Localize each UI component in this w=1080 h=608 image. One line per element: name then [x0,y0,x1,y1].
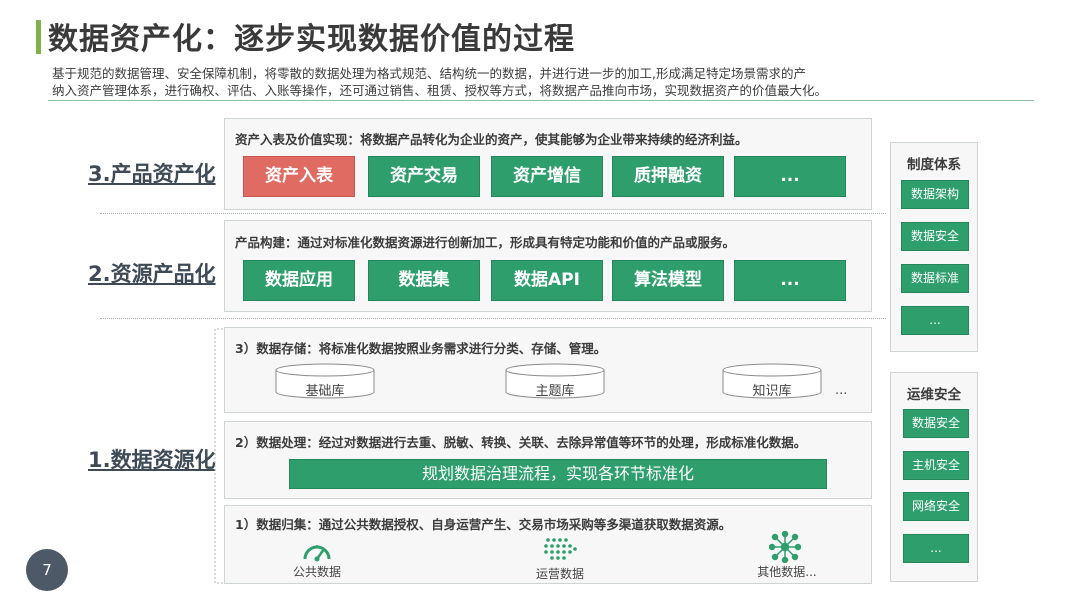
panel-product-assetization: 资产入表及价值实现：将数据产品转化为企业的资产，使其能够为企业带来持续的经济利益… [224,118,872,210]
storage-more: ... [835,383,848,398]
layer-separator [100,318,886,319]
data-application-button[interactable]: 数据应用 [243,260,355,301]
layer-separator [100,213,886,214]
dataset-button[interactable]: 数据集 [368,260,480,301]
sidebar-title-system: 制度体系 [907,157,961,173]
sidebar-item-host-security[interactable]: 主机安全 [903,451,969,480]
panel-data-storage: 3）数据存储：将标准化数据按照业务需求进行分类、存储、管理。 基础库 主题库 知… [224,327,872,413]
layer-label-resource-productization: 2.资源产品化 [88,262,216,286]
panel-title: 3）数据存储：将标准化数据按照业务需求进行分类、存储、管理。 [235,341,607,356]
sidebar-system-panel: 制度体系 数据架构 数据安全 数据标准 ... [890,142,978,352]
layer-bracket [214,328,223,584]
source-label-operations: 运营数据 [535,567,584,581]
sidebar-ops-security-panel: 运维安全 数据安全 主机安全 网络安全 ... [890,372,978,582]
description-line-2: 纳入资产管理体系，进行确权、评估、入账等操作，还可通过销售、租赁、授权等方式，将… [52,83,828,98]
sidebar-item-data-standard[interactable]: 数据标准 [901,264,969,293]
layer-label-data-resourcization: 1.数据资源化 [88,448,216,472]
pledge-financing-button[interactable]: 质押融资 [612,156,724,197]
sidebar-item-ops-more[interactable]: ... [903,534,969,563]
algorithm-model-button[interactable]: 算法模型 [612,260,724,301]
more-assets-button[interactable]: ... [734,156,846,197]
database-label-topic: 主题库 [535,384,575,399]
page-number-badge: 7 [26,549,68,591]
more-products-button[interactable]: ... [734,260,846,301]
dot-grid-icon [544,538,577,560]
sidebar-item-network-security[interactable]: 网络安全 [903,492,969,521]
data-api-button[interactable]: 数据API [491,260,603,301]
asset-credit-button[interactable]: 资产增信 [491,156,603,197]
panel-title: 资产入表及价值实现：将数据产品转化为企业的资产，使其能够为企业带来持续的经济利益… [235,132,748,147]
sidebar-item-data-architecture[interactable]: 数据架构 [901,180,969,209]
title-accent-bar [36,20,41,54]
panel-title: 产品构建：通过对标准化数据资源进行创新加工，形成具有特定功能和价值的产品或服务。 [235,235,736,250]
sidebar-item-ops-data-security[interactable]: 数据安全 [903,409,969,438]
asset-listing-button[interactable]: 资产入表 [243,156,355,197]
panel-title: 2）数据处理：经过对数据进行去重、脱敏、转换、关联、去除异常值等环节的处理，形成… [235,435,807,450]
source-label-other: 其他数据... [757,565,817,579]
sidebar-title-ops-security: 运维安全 [907,387,961,403]
database-label-knowledge: 知识库 [752,384,792,399]
panel-resource-productization: 产品构建：通过对标准化数据资源进行创新加工，形成具有特定功能和价值的产品或服务。… [224,220,872,312]
gauge-icon [303,545,331,562]
database-label-basic: 基础库 [305,384,345,399]
sidebar-item-system-more[interactable]: ... [901,306,969,335]
asset-trading-button[interactable]: 资产交易 [368,156,480,197]
sidebar-item-data-security[interactable]: 数据安全 [901,222,969,251]
panel-data-processing: 2）数据处理：经过对数据进行去重、脱敏、转换、关联、去除异常值等环节的处理，形成… [224,421,872,499]
governance-process-bar: 规划数据治理流程，实现各环节标准化 [289,459,827,489]
page-title: 数据资产化：逐步实现数据价值的过程 [48,22,575,57]
panel-title: 1）数据归集：通过公共数据授权、自身运营产生、交易市场采购等多渠道获取数据资源。 [235,517,732,532]
panel-data-collection: 1）数据归集：通过公共数据授权、自身运营产生、交易市场采购等多渠道获取数据资源。… [224,505,872,584]
header-divider [48,100,1034,101]
network-icon [769,531,801,563]
source-label-public: 公共数据 [292,565,341,579]
layer-label-product-assetization: 3.产品资产化 [88,162,216,186]
